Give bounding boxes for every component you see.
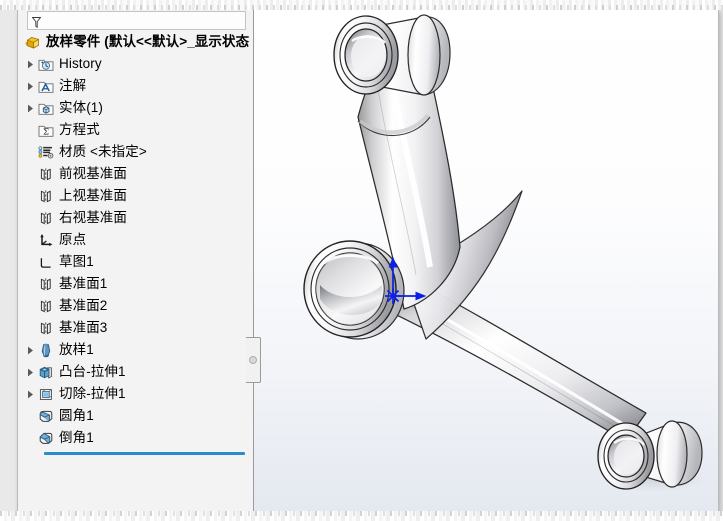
- tree-item-label: 凸台-拉伸1: [59, 364, 126, 380]
- tree-item-15[interactable]: 切除-拉伸1: [18, 383, 253, 405]
- tree-item-label: 基准面3: [59, 320, 108, 336]
- tree-item-label: 倒角1: [59, 430, 94, 446]
- material-icon: [37, 143, 55, 161]
- plane-icon: [37, 275, 55, 293]
- equations-icon: Σ: [37, 121, 55, 139]
- tree-root-part[interactable]: 放样零件 (默认<<默认>_显示状态 1>): [18, 31, 253, 53]
- plane-icon: [37, 319, 55, 337]
- chevron-right-icon[interactable]: [24, 368, 37, 377]
- chevron-right-icon[interactable]: [24, 390, 37, 399]
- tree-item-9[interactable]: 草图1: [18, 251, 253, 273]
- cut-extrude-icon: [37, 385, 55, 403]
- tree-item-12[interactable]: 基准面3: [18, 317, 253, 339]
- tree-item-label: 材质 <未指定>: [59, 144, 147, 160]
- tree-filter-input[interactable]: [41, 12, 235, 29]
- chevron-right-icon[interactable]: [24, 104, 37, 113]
- tree-item-13[interactable]: 放样1: [18, 339, 253, 361]
- tree-item-label: 圆角1: [59, 408, 94, 424]
- tree-item-1[interactable]: 注解: [18, 75, 253, 97]
- graphics-viewport[interactable]: [254, 9, 718, 513]
- tree-item-label: 基准面2: [59, 298, 108, 314]
- chevron-right-icon[interactable]: [24, 346, 37, 355]
- plane-icon: [37, 187, 55, 205]
- tree-item-3[interactable]: Σ 方程式: [18, 119, 253, 141]
- tree-item-label: 放样1: [59, 342, 94, 358]
- tree-item-6[interactable]: 上视基准面: [18, 185, 253, 207]
- tree-item-label: History: [59, 56, 102, 72]
- tree-item-label: 基准面1: [59, 276, 108, 292]
- tree-item-label: 注解: [59, 78, 87, 94]
- annotations-icon: [37, 77, 55, 95]
- plane-icon: [37, 297, 55, 315]
- tree-item-4[interactable]: 材质 <未指定>: [18, 141, 253, 163]
- chevron-right-icon[interactable]: [24, 60, 37, 69]
- tree-item-5[interactable]: 前视基准面: [18, 163, 253, 185]
- tree-item-16[interactable]: 圆角1: [18, 405, 253, 427]
- feature-manager-panel: 放样零件 (默认<<默认>_显示状态 1>) History 注解 实体(1) …: [18, 9, 254, 513]
- solidworks-window-frame: 放样零件 (默认<<默认>_显示状态 1>) History 注解 实体(1) …: [17, 8, 719, 514]
- tree-item-11[interactable]: 基准面2: [18, 295, 253, 317]
- feature-tree[interactable]: 放样零件 (默认<<默认>_显示状态 1>) History 注解 实体(1) …: [18, 31, 253, 513]
- tree-item-2[interactable]: 实体(1): [18, 97, 253, 119]
- application-window: 放样零件 (默认<<默认>_显示状态 1>) History 注解 实体(1) …: [0, 0, 723, 521]
- tree-item-label: 右视基准面: [59, 210, 127, 226]
- tree-item-14[interactable]: 凸台-拉伸1: [18, 361, 253, 383]
- tree-item-label: 上视基准面: [59, 188, 127, 204]
- tree-item-0[interactable]: History: [18, 53, 253, 75]
- plane-icon: [37, 165, 55, 183]
- sketch-icon: [37, 253, 55, 271]
- history-folder-icon: [37, 55, 55, 73]
- loft-icon: [37, 341, 55, 359]
- svg-text:Σ: Σ: [43, 127, 49, 137]
- panel-splitter-grip[interactable]: [246, 337, 261, 383]
- tree-item-7[interactable]: 右视基准面: [18, 207, 253, 229]
- tree-item-label: 草图1: [59, 254, 94, 270]
- tree-item-label: 实体(1): [59, 100, 103, 116]
- chamfer-icon: [37, 429, 55, 447]
- solid-bodies-icon: [37, 99, 55, 117]
- tree-item-label: 切除-拉伸1: [59, 386, 126, 402]
- fillet-icon: [37, 407, 55, 425]
- plane-icon: [37, 209, 55, 227]
- tree-item-17[interactable]: 倒角1: [18, 427, 253, 449]
- origin-icon: [37, 231, 55, 249]
- tree-item-label: 前视基准面: [59, 166, 127, 182]
- rollback-bar[interactable]: [18, 449, 253, 457]
- tree-item-8[interactable]: 原点: [18, 229, 253, 251]
- filter-funnel-icon: [31, 15, 42, 29]
- tree-item-label: 方程式: [59, 122, 100, 138]
- tree-item-label: 原点: [59, 232, 87, 248]
- tree-rows: History 注解 实体(1) Σ 方程式 材质 <未指定> 前视基准面 上视…: [18, 53, 253, 449]
- part-icon: [24, 33, 42, 51]
- tree-item-10[interactable]: 基准面1: [18, 273, 253, 295]
- tree-root-label: 放样零件 (默认<<默认>_显示状态 1>): [46, 34, 254, 50]
- chevron-right-icon[interactable]: [24, 82, 37, 91]
- tree-filter-bar[interactable]: [27, 11, 246, 30]
- lofted-connecting-rod-model: [303, 14, 706, 492]
- boss-extrude-icon: [37, 363, 55, 381]
